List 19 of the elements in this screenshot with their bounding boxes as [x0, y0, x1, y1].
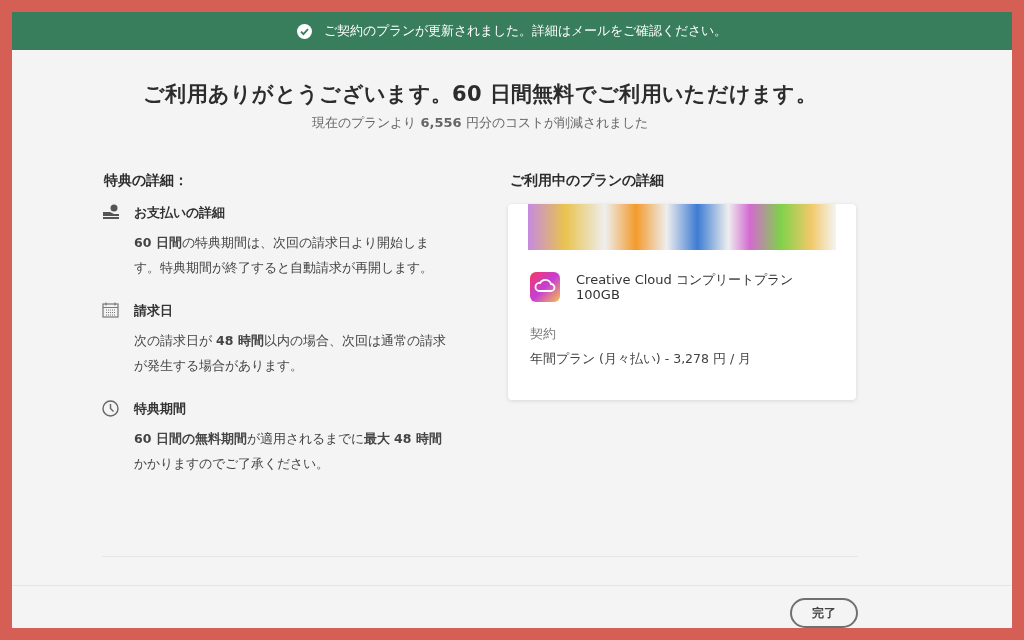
savings-text: 現在のプランより 6,556 円分のコストが削減されました [311, 114, 649, 132]
benefit-description: 次の請求日が 48 時間以内の場合、次回は通常の請求が発生する場合があります。 [134, 332, 447, 375]
benefit-title: 特典期間 [134, 400, 187, 418]
calendar-icon [102, 302, 119, 318]
done-button[interactable]: 完了 [790, 598, 858, 628]
page-heading: ご利用ありがとうございます。60 日間無料でご利用いただけます。 [141, 81, 819, 108]
plan-name: Creative Cloud コンプリートプラン 100GB [576, 272, 794, 302]
contract-value: 年間プラン (月々払い) - 3,278 円 / 月 [530, 351, 753, 368]
check-circle-icon [297, 23, 312, 39]
clock-icon [102, 400, 119, 417]
benefit-title: 請求日 [134, 302, 174, 320]
notification-text: ご契約のプランが更新されました。詳細はメールをご確認ください。 [324, 22, 727, 40]
benefit-description: 60 日間の特典期間は、次回の請求日より開始します。特典期間が終了すると自動請求が再開します。 [134, 234, 434, 277]
app-logo-icon [530, 272, 560, 302]
benefit-title: お支払いの詳細 [134, 204, 226, 222]
section-title: 特典の詳細： [104, 172, 189, 190]
benefit-description: 60 日間の無料期間が適用されるまでに最大 48 時間かかりますのでご了承ください。 [134, 430, 443, 473]
contract-label: 契約 [530, 326, 557, 343]
section-title: ご利用中のプランの詳細 [510, 172, 665, 190]
